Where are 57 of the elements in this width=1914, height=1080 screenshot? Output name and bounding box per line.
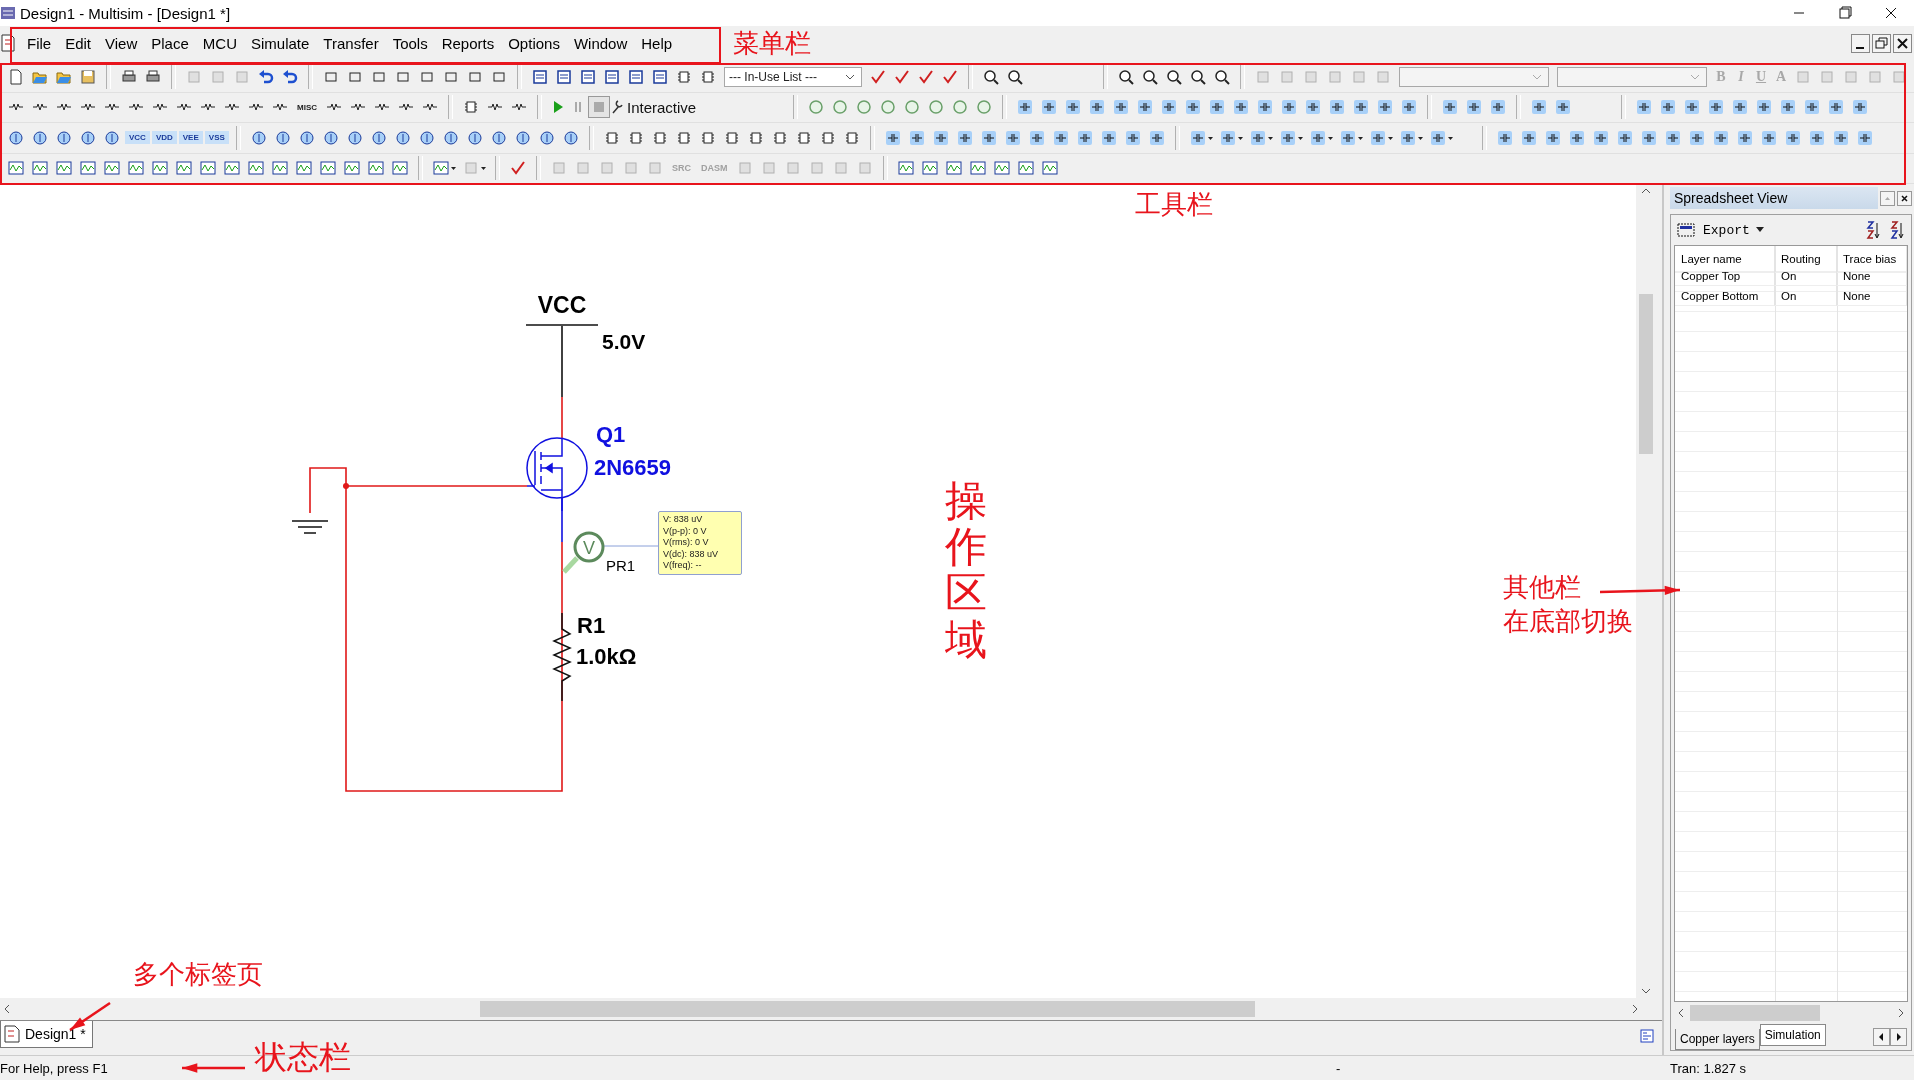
menu-item[interactable]: Simulate — [244, 34, 317, 52]
table-cell: Copper Top — [1675, 266, 1775, 286]
status-indicator: - — [1336, 1060, 1342, 1076]
menu-item[interactable]: Transfer — [316, 34, 386, 52]
menu-item[interactable]: Place — [144, 34, 196, 52]
menu-item[interactable]: Help — [634, 34, 680, 52]
table-cell: Copper Bottom — [1675, 286, 1775, 306]
column-header[interactable]: Layer name — [1675, 246, 1775, 273]
table-cell: On — [1775, 286, 1837, 306]
probe-reading: V(dc): 838 uV — [663, 548, 720, 560]
annotation-text: 状态栏 — [255, 1038, 351, 1077]
export-button[interactable]: Export — [1703, 222, 1750, 238]
menu-item[interactable]: Reports — [434, 34, 502, 52]
panel-title: Spreadsheet View — [1670, 187, 1878, 209]
annotation-text: 操作区域 — [945, 478, 987, 663]
probe-reading: V(p-p): 0 V — [663, 525, 708, 537]
supply-label: VCC — [537, 292, 587, 318]
menu-item[interactable]: Edit — [58, 34, 99, 52]
toolbar-button[interactable]: VSS — [204, 131, 229, 145]
mode-label: Interactive — [627, 98, 698, 116]
status-text: For Help, press F1 — [0, 1060, 109, 1076]
annotation-text: 多个标签页 — [133, 958, 263, 991]
probe-ref: PR1 — [606, 557, 636, 574]
annotation-text: 其他栏 — [1503, 571, 1581, 604]
panel-tab[interactable]: Copper layers — [1675, 1029, 1760, 1050]
menu-item[interactable]: File — [20, 34, 59, 52]
probe-reading: V(rms): 0 V — [663, 537, 710, 549]
toolbar-button[interactable]: VDD — [151, 131, 177, 145]
probe-reading: V: 838 uV — [663, 514, 704, 526]
annotation-text: 在底部切换 — [1503, 605, 1633, 638]
menu-item[interactable]: View — [98, 34, 145, 52]
annotation-text: 菜单栏 — [733, 27, 811, 60]
window-title: Design1 - Multisim - [Design1 *] — [20, 4, 232, 22]
transistor-ref: Q1 — [596, 422, 626, 447]
menu-item[interactable]: Options — [501, 34, 567, 52]
menu-item[interactable]: Tools — [385, 34, 435, 52]
column-header[interactable]: Trace bias — [1837, 246, 1907, 273]
annotation-text: 工具栏 — [1135, 188, 1213, 221]
document-tab[interactable]: Design1 * — [0, 1021, 93, 1048]
table-cell: On — [1775, 266, 1837, 286]
resistor-value: 1.0kΩ — [576, 644, 637, 669]
resistor-ref: R1 — [577, 613, 606, 638]
column-header[interactable]: Routing — [1775, 246, 1837, 273]
panel-tab[interactable]: Simulation — [1759, 1024, 1826, 1046]
table-cell: None — [1837, 286, 1907, 306]
toolbar-button[interactable]: VEE — [178, 131, 203, 145]
supply-value: 5.0V — [602, 330, 646, 353]
table-cell: None — [1837, 266, 1907, 286]
in-use-list-dropdown[interactable]: --- In-Use List --- — [724, 66, 862, 87]
toolbar-button[interactable]: VCC — [125, 131, 150, 145]
simulation-time: Tran: 1.827 s — [1670, 1060, 1748, 1076]
toolbar-button[interactable]: MISC — [293, 100, 321, 114]
probe-letter: V — [583, 538, 595, 558]
menu-item[interactable]: Window — [566, 34, 635, 52]
probe-reading: V(freq): -- — [663, 560, 703, 572]
menu-item[interactable]: MCU — [195, 34, 244, 52]
transistor-model: 2N6659 — [594, 455, 672, 480]
